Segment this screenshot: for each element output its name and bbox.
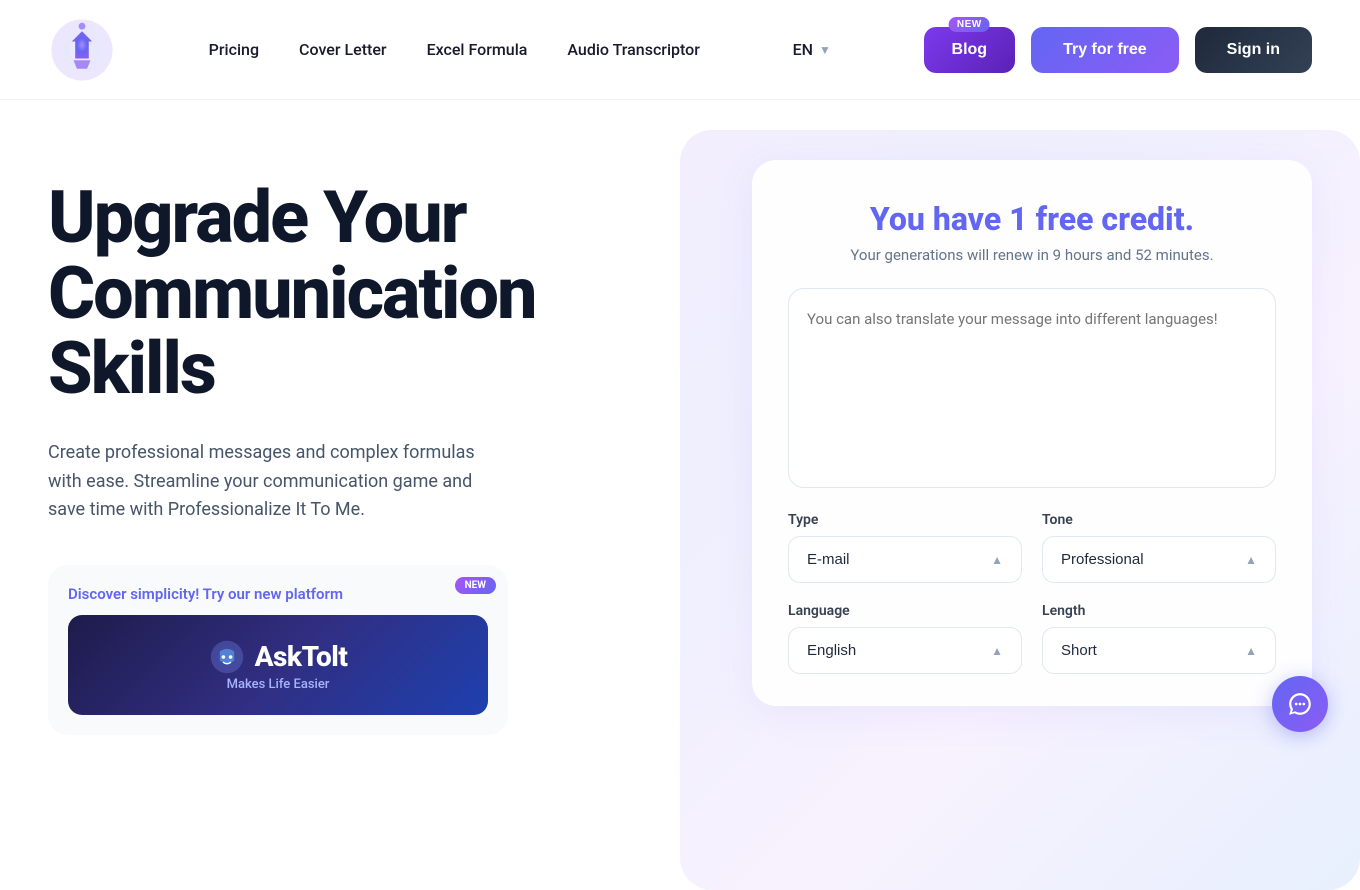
nav-item-excel-formula[interactable]: Excel Formula <box>427 40 528 59</box>
length-select-wrapper: Short ▲ <box>1042 627 1276 674</box>
discover-label: Discover simplicity! Try our new platfor… <box>68 585 488 603</box>
language-select[interactable]: English ▲ <box>788 627 1022 674</box>
hero-title: Upgrade Your Communication Skills <box>48 180 628 407</box>
type-select[interactable]: E-mail ▲ <box>788 536 1022 583</box>
tone-label: Tone <box>1042 512 1276 528</box>
navigation: Pricing Cover Letter Excel Formula Audio… <box>0 0 1360 100</box>
language-group: Language English ▲ <box>788 603 1022 674</box>
chat-fab-button[interactable] <box>1272 676 1328 732</box>
tone-select-wrapper: Professional ▲ <box>1042 536 1276 583</box>
blog-button[interactable]: New Blog <box>924 27 1016 73</box>
type-tone-row: Type E-mail ▲ Tone Professional ▲ <box>788 512 1276 583</box>
asktolt-logo: AskTolt Makes Life Easier <box>209 639 348 692</box>
length-group: Length Short ▲ <box>1042 603 1276 674</box>
language-chevron-icon: ▲ <box>991 644 1003 658</box>
lang-label: EN <box>793 40 813 59</box>
asktolt-tagline: Makes Life Easier <box>227 677 330 692</box>
blog-new-badge: New <box>949 17 990 32</box>
logo[interactable] <box>48 16 116 84</box>
form-panel: You have 1 free credit. Your generations… <box>752 160 1312 706</box>
hero-subtitle: Create professional messages and complex… <box>48 439 508 525</box>
asktolt-name: AskTolt <box>255 640 348 673</box>
nav-item-pricing[interactable]: Pricing <box>209 40 259 59</box>
tone-chevron-icon: ▲ <box>1245 553 1257 567</box>
form-subtitle: Your generations will renew in 9 hours a… <box>788 246 1276 264</box>
language-select-wrapper: English ▲ <box>788 627 1022 674</box>
type-label: Type <box>788 512 1022 528</box>
length-label: Length <box>1042 603 1276 619</box>
tone-group: Tone Professional ▲ <box>1042 512 1276 583</box>
type-chevron-icon: ▲ <box>991 553 1003 567</box>
discover-card[interactable]: New Discover simplicity! Try our new pla… <box>48 565 508 735</box>
try-for-free-button[interactable]: Try for free <box>1031 27 1179 73</box>
nav-item-cover-letter[interactable]: Cover Letter <box>299 40 387 59</box>
form-title: You have 1 free credit. <box>788 200 1276 238</box>
discover-banner[interactable]: AskTolt Makes Life Easier <box>68 615 488 715</box>
length-chevron-icon: ▲ <box>1245 644 1257 658</box>
message-input[interactable] <box>788 288 1276 488</box>
language-length-row: Language English ▲ Length Short ▲ <box>788 603 1276 674</box>
nav-item-audio-transcriptor[interactable]: Audio Transcriptor <box>567 40 700 59</box>
nav-links: Pricing Cover Letter Excel Formula Audio… <box>209 40 700 59</box>
nav-actions: New Blog Try for free Sign in <box>924 27 1312 73</box>
hero-section: Upgrade Your Communication Skills Create… <box>0 100 1360 764</box>
language-selector[interactable]: EN ▼ <box>793 40 831 59</box>
lang-chevron-icon: ▼ <box>819 43 831 57</box>
tone-select[interactable]: Professional ▲ <box>1042 536 1276 583</box>
type-select-wrapper: E-mail ▲ <box>788 536 1022 583</box>
length-select[interactable]: Short ▲ <box>1042 627 1276 674</box>
type-group: Type E-mail ▲ <box>788 512 1022 583</box>
hero-right: You have 1 free credit. Your generations… <box>688 160 1312 706</box>
discover-new-badge: New <box>455 577 496 594</box>
language-label: Language <box>788 603 1022 619</box>
hero-left: Upgrade Your Communication Skills Create… <box>48 160 628 735</box>
sign-in-button[interactable]: Sign in <box>1195 27 1312 73</box>
